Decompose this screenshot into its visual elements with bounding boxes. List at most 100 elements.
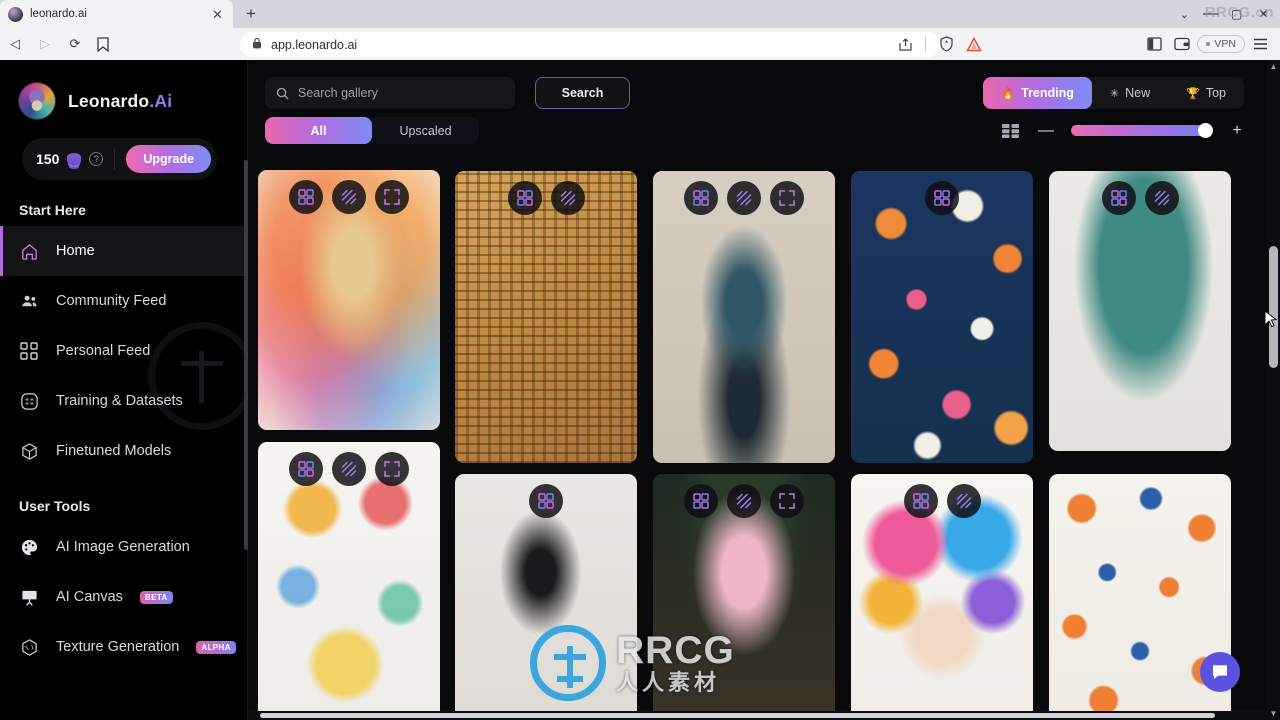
address-bar[interactable]: app.leonardo.ai <box>240 32 940 57</box>
scroll-down-icon[interactable]: ▼ <box>1267 707 1280 720</box>
gallery-card[interactable] <box>851 171 1033 463</box>
search-button[interactable]: Search <box>535 77 630 109</box>
search-box[interactable] <box>265 77 515 109</box>
gallery-card[interactable] <box>258 170 440 430</box>
gallery-card[interactable] <box>258 442 440 720</box>
upscale-icon[interactable] <box>946 484 981 518</box>
gallery-card[interactable] <box>653 171 835 463</box>
chevron-down-icon[interactable]: ⌄ <box>1180 8 1189 21</box>
remix-icon[interactable] <box>1101 181 1136 215</box>
tab-close-icon[interactable]: ✕ <box>210 7 225 22</box>
gallery-card[interactable] <box>1049 171 1231 451</box>
texture-cube-icon <box>19 637 39 657</box>
browser-window: leonardo.ai ✕ + ⌄ — ▢ ✕ RRCG.cn ◁ ▷ ⟳ ap… <box>0 0 1280 720</box>
chat-bubble-icon[interactable] <box>1200 652 1240 692</box>
filter-tab-group: All Upscaled <box>265 117 479 144</box>
upscale-icon[interactable] <box>727 484 761 518</box>
vertical-scrollbar[interactable]: ▲ ▼ <box>1267 60 1280 720</box>
gallery-card[interactable] <box>455 171 637 463</box>
sidebar-item-training-datasets[interactable]: Training & Datasets <box>0 376 247 426</box>
main-content: Search 🔥 Trending ✳ New 🏆 Top <box>248 60 1268 720</box>
tab-upscaled[interactable]: Upscaled <box>372 117 479 144</box>
tab-all[interactable]: All <box>265 117 372 144</box>
back-button[interactable]: ◁ <box>0 29 30 59</box>
browser-toolbar-right: VPN <box>892 28 1280 60</box>
question-mark-icon[interactable]: ? <box>89 152 104 166</box>
upscale-icon[interactable] <box>550 181 585 215</box>
sidebar-item-ai-canvas[interactable]: AI Canvas BETA <box>0 572 247 622</box>
browser-tab-strip: leonardo.ai ✕ + ⌄ — ▢ ✕ <box>0 0 1280 28</box>
upscale-icon[interactable] <box>1144 181 1179 215</box>
new-tab-button[interactable]: + <box>240 3 262 25</box>
layout-grid-icon[interactable] <box>1002 123 1019 138</box>
tab-new[interactable]: ✳ New <box>1092 77 1168 109</box>
upscale-icon[interactable] <box>332 180 366 214</box>
zoom-in-button[interactable]: + <box>1230 122 1244 138</box>
tab-trending[interactable]: 🔥 Trending <box>983 77 1092 109</box>
gallery-card[interactable] <box>653 474 835 720</box>
upgrade-button[interactable]: Upgrade <box>126 145 211 173</box>
scroll-up-icon[interactable]: ▲ <box>1267 60 1280 73</box>
horizontal-scrollbar[interactable] <box>248 711 1268 720</box>
page-content: Leonardo.Ai 150 ? Upgrade Start Here Hom… <box>0 60 1280 720</box>
reload-button[interactable]: ⟳ <box>60 29 90 59</box>
zoom-slider[interactable] <box>1071 123 1213 138</box>
sidebar-item-personal-feed[interactable]: Personal Feed <box>0 326 247 376</box>
remix-icon[interactable] <box>289 452 323 486</box>
sort-tab-group: 🔥 Trending ✳ New 🏆 Top <box>983 77 1244 109</box>
easel-icon <box>19 587 39 607</box>
credits-pill: 150 ? Upgrade <box>22 138 217 180</box>
grid-squares-icon <box>19 341 39 361</box>
remix-icon[interactable] <box>529 484 563 518</box>
sidebar-item-label: Texture Generation <box>56 639 180 655</box>
maximize-button[interactable]: ▢ <box>1230 7 1243 21</box>
upscale-icon[interactable] <box>332 452 366 486</box>
forward-button[interactable]: ▷ <box>30 29 60 59</box>
gallery-card[interactable] <box>851 474 1033 720</box>
remix-icon[interactable] <box>684 181 718 215</box>
zoom-slider-knob[interactable] <box>1198 123 1213 138</box>
remix-icon[interactable] <box>925 181 959 215</box>
vpn-button[interactable]: VPN <box>1197 35 1245 53</box>
sidebar-scrollbar[interactable] <box>244 160 248 550</box>
sidebar-item-community-feed[interactable]: Community Feed <box>0 276 247 326</box>
upscale-icon[interactable] <box>727 181 761 215</box>
vertical-scrollbar-thumb[interactable] <box>1269 246 1278 368</box>
gallery-card[interactable] <box>455 474 637 720</box>
sidebar-item-texture-generation[interactable]: Texture Generation ALPHA <box>0 622 247 672</box>
gallery-card-actions <box>653 484 835 518</box>
brand-header[interactable]: Leonardo.Ai <box>0 60 247 120</box>
brave-wallet-icon[interactable] <box>1169 31 1195 57</box>
sidebar-item-home[interactable]: Home <box>0 226 247 276</box>
remix-icon[interactable] <box>289 180 323 214</box>
share-icon[interactable] <box>892 31 918 57</box>
remix-icon[interactable] <box>507 181 542 215</box>
bookmark-icon[interactable] <box>90 36 116 52</box>
search-input[interactable] <box>298 86 504 100</box>
sidebar-item-label: AI Canvas <box>56 589 123 605</box>
remix-icon[interactable] <box>684 484 718 518</box>
search-icon <box>276 87 289 100</box>
sidebar-item-finetuned-models[interactable]: Finetuned Models <box>0 426 247 476</box>
brave-shield-icon[interactable] <box>933 31 959 57</box>
dataset-icon <box>19 391 39 411</box>
expand-icon[interactable] <box>770 181 804 215</box>
brand-name-main: Leonardo <box>68 90 150 111</box>
browser-tab[interactable]: leonardo.ai ✕ <box>0 0 233 28</box>
tab-label: Trending <box>1021 86 1074 100</box>
sidebar-item-ai-image-generation[interactable]: AI Image Generation <box>0 522 247 572</box>
minimize-button[interactable]: — <box>1203 6 1219 22</box>
remix-icon[interactable] <box>903 484 938 518</box>
expand-icon[interactable] <box>375 180 409 214</box>
close-window-button[interactable]: ✕ <box>1257 7 1270 21</box>
expand-icon[interactable] <box>770 484 804 518</box>
lock-icon <box>252 37 262 52</box>
brave-logo-icon[interactable] <box>961 31 987 57</box>
sidebar-panel-icon[interactable] <box>1141 31 1167 57</box>
hamburger-menu-icon[interactable] <box>1247 31 1273 57</box>
zoom-out-button[interactable]: — <box>1038 122 1054 138</box>
gallery-card-actions <box>455 484 637 518</box>
expand-icon[interactable] <box>375 452 409 486</box>
horizontal-scrollbar-thumb[interactable] <box>260 713 1215 718</box>
tab-top[interactable]: 🏆 Top <box>1168 77 1244 109</box>
